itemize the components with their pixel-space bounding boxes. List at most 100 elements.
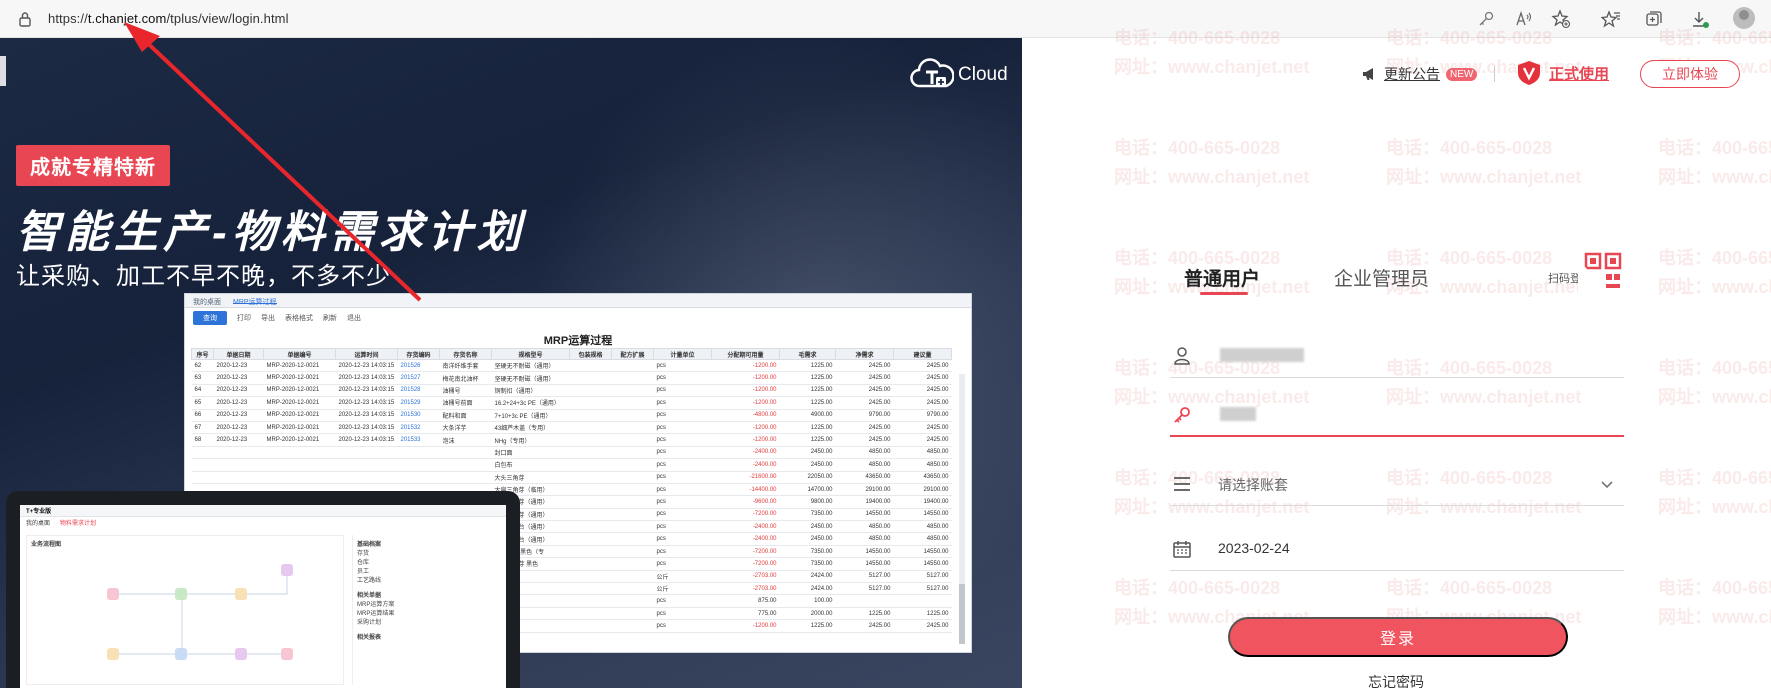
favorites-icon[interactable] [1601, 9, 1621, 29]
menu-list-icon [1174, 477, 1190, 491]
mrp-row: 封口面 pcs -2400.00 2450.00 4850.00 4850.00 [191, 446, 952, 460]
cloud-text: Cloud [958, 64, 1008, 85]
calendar-icon [1173, 541, 1191, 558]
mrp-cell: pcs [653, 483, 712, 497]
mrp-cell [213, 458, 264, 472]
forgot-password-link[interactable]: 忘记密码 [1368, 672, 1424, 688]
favorite-add-icon[interactable] [1551, 9, 1571, 29]
password-field[interactable] [1170, 393, 1624, 437]
watermark-site: 网址：www.chanjet.net [1114, 57, 1310, 77]
mrp-cell: 1225.00 [893, 607, 952, 621]
date-field[interactable]: 2023-02-24 [1170, 527, 1624, 571]
mrp-row: 67 2020-12-23 MRP-2020-12-0021 2020-12-23 1… [191, 421, 952, 435]
new-badge: NEW [1446, 67, 1478, 81]
mrp-cell: -4800.00 [711, 409, 780, 422]
mrp-cell [569, 532, 612, 546]
mrp-cell: 62 [191, 359, 214, 373]
qr-code-corner-icon[interactable] [1578, 252, 1624, 298]
mrp-cell: 1225.00 [779, 396, 836, 410]
browser-toolbar: https://t.chanjet.com/tplus/view/login.h… [0, 0, 1771, 38]
side-title: 相关单据 [357, 593, 382, 599]
mrp-cell: 5127.00 [835, 570, 894, 584]
mrp-row: 64 2020-12-23 MRP-2020-12-0021 2020-12-23 1… [191, 384, 952, 398]
mrp-cell: -7200.00 [711, 557, 780, 571]
url-prefix: https:// [48, 11, 88, 26]
mrp-cell [611, 471, 654, 484]
mrp-cell: 100.00 [779, 594, 836, 608]
mrp-cell [611, 371, 654, 385]
mrp-cell: 14550.00 [835, 508, 894, 522]
watermark-site: 网址：www.chanjet.net [1386, 167, 1582, 187]
mrp-cell [611, 545, 654, 559]
username-value-masked [1220, 348, 1304, 362]
mrp-cell: 64 [191, 384, 214, 398]
mrp-cell: 29100.00 [835, 483, 894, 497]
account-set-select[interactable]: 请选择账套 [1170, 462, 1624, 506]
screenshot-title: MRP运算过程 [543, 335, 613, 347]
chevron-down-icon[interactable] [1600, 477, 1614, 491]
mrp-cell [569, 545, 612, 559]
lock-icon[interactable] [18, 11, 32, 27]
download-icon[interactable] [1690, 9, 1710, 29]
mrp-cell: pcs [653, 421, 712, 435]
mrp-header-cell: 建议量 [893, 348, 952, 360]
notice-link[interactable]: 更新公告 NEW [1362, 64, 1478, 84]
mrp-cell: 油桶号 [439, 384, 492, 398]
mrp-row: 66 2020-12-23 MRP-2020-12-0021 2020-12-23 1… [191, 409, 952, 422]
mrp-cell: 2020-12-23 [213, 359, 264, 373]
mrp-cell: MRP-2020-12-0021 [263, 396, 336, 410]
mrp-cell [335, 446, 398, 460]
official-use-label[interactable]: 正式使用 [1549, 63, 1609, 84]
mrp-cell [835, 594, 894, 608]
official-use-link[interactable]: 正式使用 [1517, 60, 1609, 86]
mrp-cell [191, 458, 214, 472]
collections-icon[interactable] [1644, 9, 1664, 29]
tab-enterprise-admin[interactable]: 企业管理员 [1334, 264, 1429, 291]
tab-normal-user[interactable]: 普通用户 [1184, 264, 1260, 291]
watermark-phone: 电话：400-665-0028 [1386, 138, 1553, 158]
mrp-cell: pcs [653, 458, 712, 472]
mrp-cell [569, 409, 612, 422]
hero-banner: Cloud 成就专精特新 智能生产-物料需求计划 让采购、加工不早不晚，不多不少… [0, 38, 1022, 688]
address-bar[interactable]: https://t.chanjet.com/tplus/view/login.h… [48, 11, 289, 26]
mrp-cell [263, 446, 336, 460]
mrp-cell: 1225.00 [779, 619, 836, 633]
mrp-cell [569, 471, 612, 484]
username-field[interactable] [1170, 334, 1624, 378]
flow-node [235, 648, 247, 660]
watermark-phone: 电话：400-665-0028 [1386, 578, 1553, 598]
key-icon[interactable] [1476, 9, 1496, 29]
read-aloud-icon[interactable] [1514, 9, 1534, 29]
megaphone-icon [1363, 68, 1373, 80]
mrp-cell: 7350.00 [779, 545, 836, 559]
mrp-cell: -2400.00 [711, 446, 780, 460]
flow-node [281, 648, 293, 660]
try-now-button[interactable]: 立即体验 [1640, 60, 1740, 88]
mrp-cell: 铜制扣（通用） [491, 384, 570, 398]
flow-node [175, 648, 187, 660]
mrp-row: 68 2020-12-23 MRP-2020-12-0021 2020-12-23 1… [191, 433, 952, 447]
mrp-cell: 配料和面 [439, 409, 492, 422]
login-button[interactable]: 登录 [1228, 617, 1568, 657]
screenshot-refresh: 刷新 [323, 315, 337, 322]
notice-label[interactable]: 更新公告 [1384, 64, 1440, 84]
mrp-cell: pcs [653, 471, 712, 484]
mrp-row: 大头三角芽 pcs -21600.00 22050.00 43650.00 43650.0… [191, 471, 952, 484]
mrp-header-cell: 计量单位 [653, 348, 712, 360]
flow-node [107, 588, 119, 600]
mrp-cell [397, 446, 440, 460]
mrp-cell: 14550.00 [835, 557, 894, 571]
mrp-cell: -9600.00 [711, 495, 780, 509]
mrp-cell [569, 371, 612, 385]
mrp-cell [569, 396, 612, 410]
profile-avatar[interactable] [1733, 7, 1755, 29]
user-icon [1174, 347, 1190, 365]
mrp-cell: 4850.00 [893, 520, 952, 534]
mrp-cell: 4850.00 [835, 520, 894, 534]
laptop-tab-active: 物料需求计划 [60, 520, 97, 527]
mrp-cell: 5127.00 [893, 570, 952, 584]
screenshot-scrollbar [959, 374, 965, 644]
mrp-cell: 4850.00 [893, 532, 952, 546]
mrp-cell: 2425.00 [893, 421, 952, 435]
side-item: MRP运算方案 [357, 602, 395, 608]
